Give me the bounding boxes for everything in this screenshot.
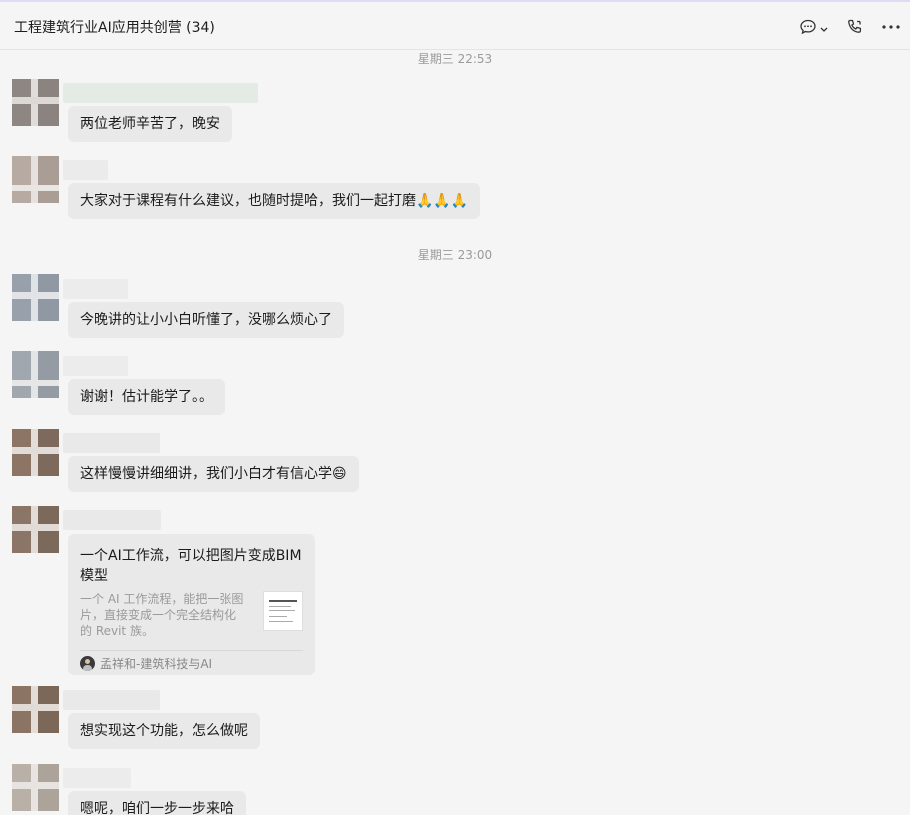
message-bubble[interactable]: 今晚讲的让小小白听懂了，没哪么烦心了 <box>68 302 344 338</box>
card-description: 一个 AI 工作流程，能把一张图片，直接变成一个完全结构化的 Revit 族。 <box>80 592 244 638</box>
message-bubble[interactable]: 大家对于课程有什么建议，也随时提哈，我们一起打磨🙏🙏🙏 <box>68 183 481 219</box>
source-avatar <box>80 656 95 671</box>
sender-name-blurred <box>63 768 131 788</box>
chevron-down-icon[interactable] <box>820 18 828 37</box>
card-title: 一个AI工作流，可以把图片变成BIM模型 <box>80 548 302 584</box>
source-name: 孟祥和-建筑科技与AI <box>100 657 213 671</box>
message-bubble[interactable]: 这样慢慢讲细细讲，我们小白才有信心学😄 <box>68 456 359 492</box>
chat-header: 工程建筑行业AI应用共创营 (34) <box>0 0 910 50</box>
avatar[interactable] <box>12 79 59 126</box>
avatar[interactable] <box>12 686 59 733</box>
sender-name-blurred <box>63 279 128 299</box>
message-bubble[interactable]: 谢谢！估计能学了。。 <box>68 379 225 415</box>
pray-emoji-icon: 🙏🙏🙏 <box>416 193 469 209</box>
avatar[interactable] <box>12 764 59 811</box>
message-bubble[interactable]: 想实现这个功能，怎么做呢 <box>68 713 260 749</box>
sender-name-blurred <box>63 433 160 453</box>
avatar[interactable] <box>12 274 59 321</box>
avatar[interactable] <box>12 156 59 203</box>
sender-name-blurred <box>63 356 128 376</box>
chat-title: 工程建筑行业AI应用共创营 (34) <box>14 20 215 36</box>
sender-name-blurred <box>63 83 258 103</box>
message-bubble[interactable]: 嗯呢，咱们一步一步来哈 <box>68 791 246 815</box>
card-thumbnail <box>263 591 303 631</box>
message-bubble[interactable]: 两位老师辛苦了，晚安 <box>68 106 232 142</box>
link-card[interactable]: 一个AI工作流，可以把图片变成BIM模型 一个 AI 工作流程，能把一张图片，直… <box>68 534 315 675</box>
timestamp: 星期三 23:00 <box>417 248 493 262</box>
chat-bubble-icon[interactable] <box>796 15 830 39</box>
avatar[interactable] <box>12 506 59 553</box>
avatar[interactable] <box>12 351 59 398</box>
sender-name-blurred <box>63 690 160 710</box>
message-text: 这样慢慢讲细细讲，我们小白才有信心学 <box>80 466 332 482</box>
sender-name-blurred <box>63 510 161 530</box>
phone-icon[interactable] <box>845 15 865 39</box>
sender-name-blurred <box>63 160 108 180</box>
avatar[interactable] <box>12 429 59 476</box>
message-text: 大家对于课程有什么建议，也随时提哈，我们一起打磨 <box>80 193 416 209</box>
more-icon[interactable] <box>880 15 902 39</box>
laugh-emoji-icon: 😄 <box>332 466 347 482</box>
card-source: 孟祥和-建筑科技与AI <box>80 655 212 672</box>
message-list[interactable]: 星期三 22:53 两位老师辛苦了，晚安 大家对于课程有什么建议，也随时提哈，我… <box>0 50 910 815</box>
divider <box>80 650 303 651</box>
timestamp: 星期三 22:53 <box>417 52 493 66</box>
